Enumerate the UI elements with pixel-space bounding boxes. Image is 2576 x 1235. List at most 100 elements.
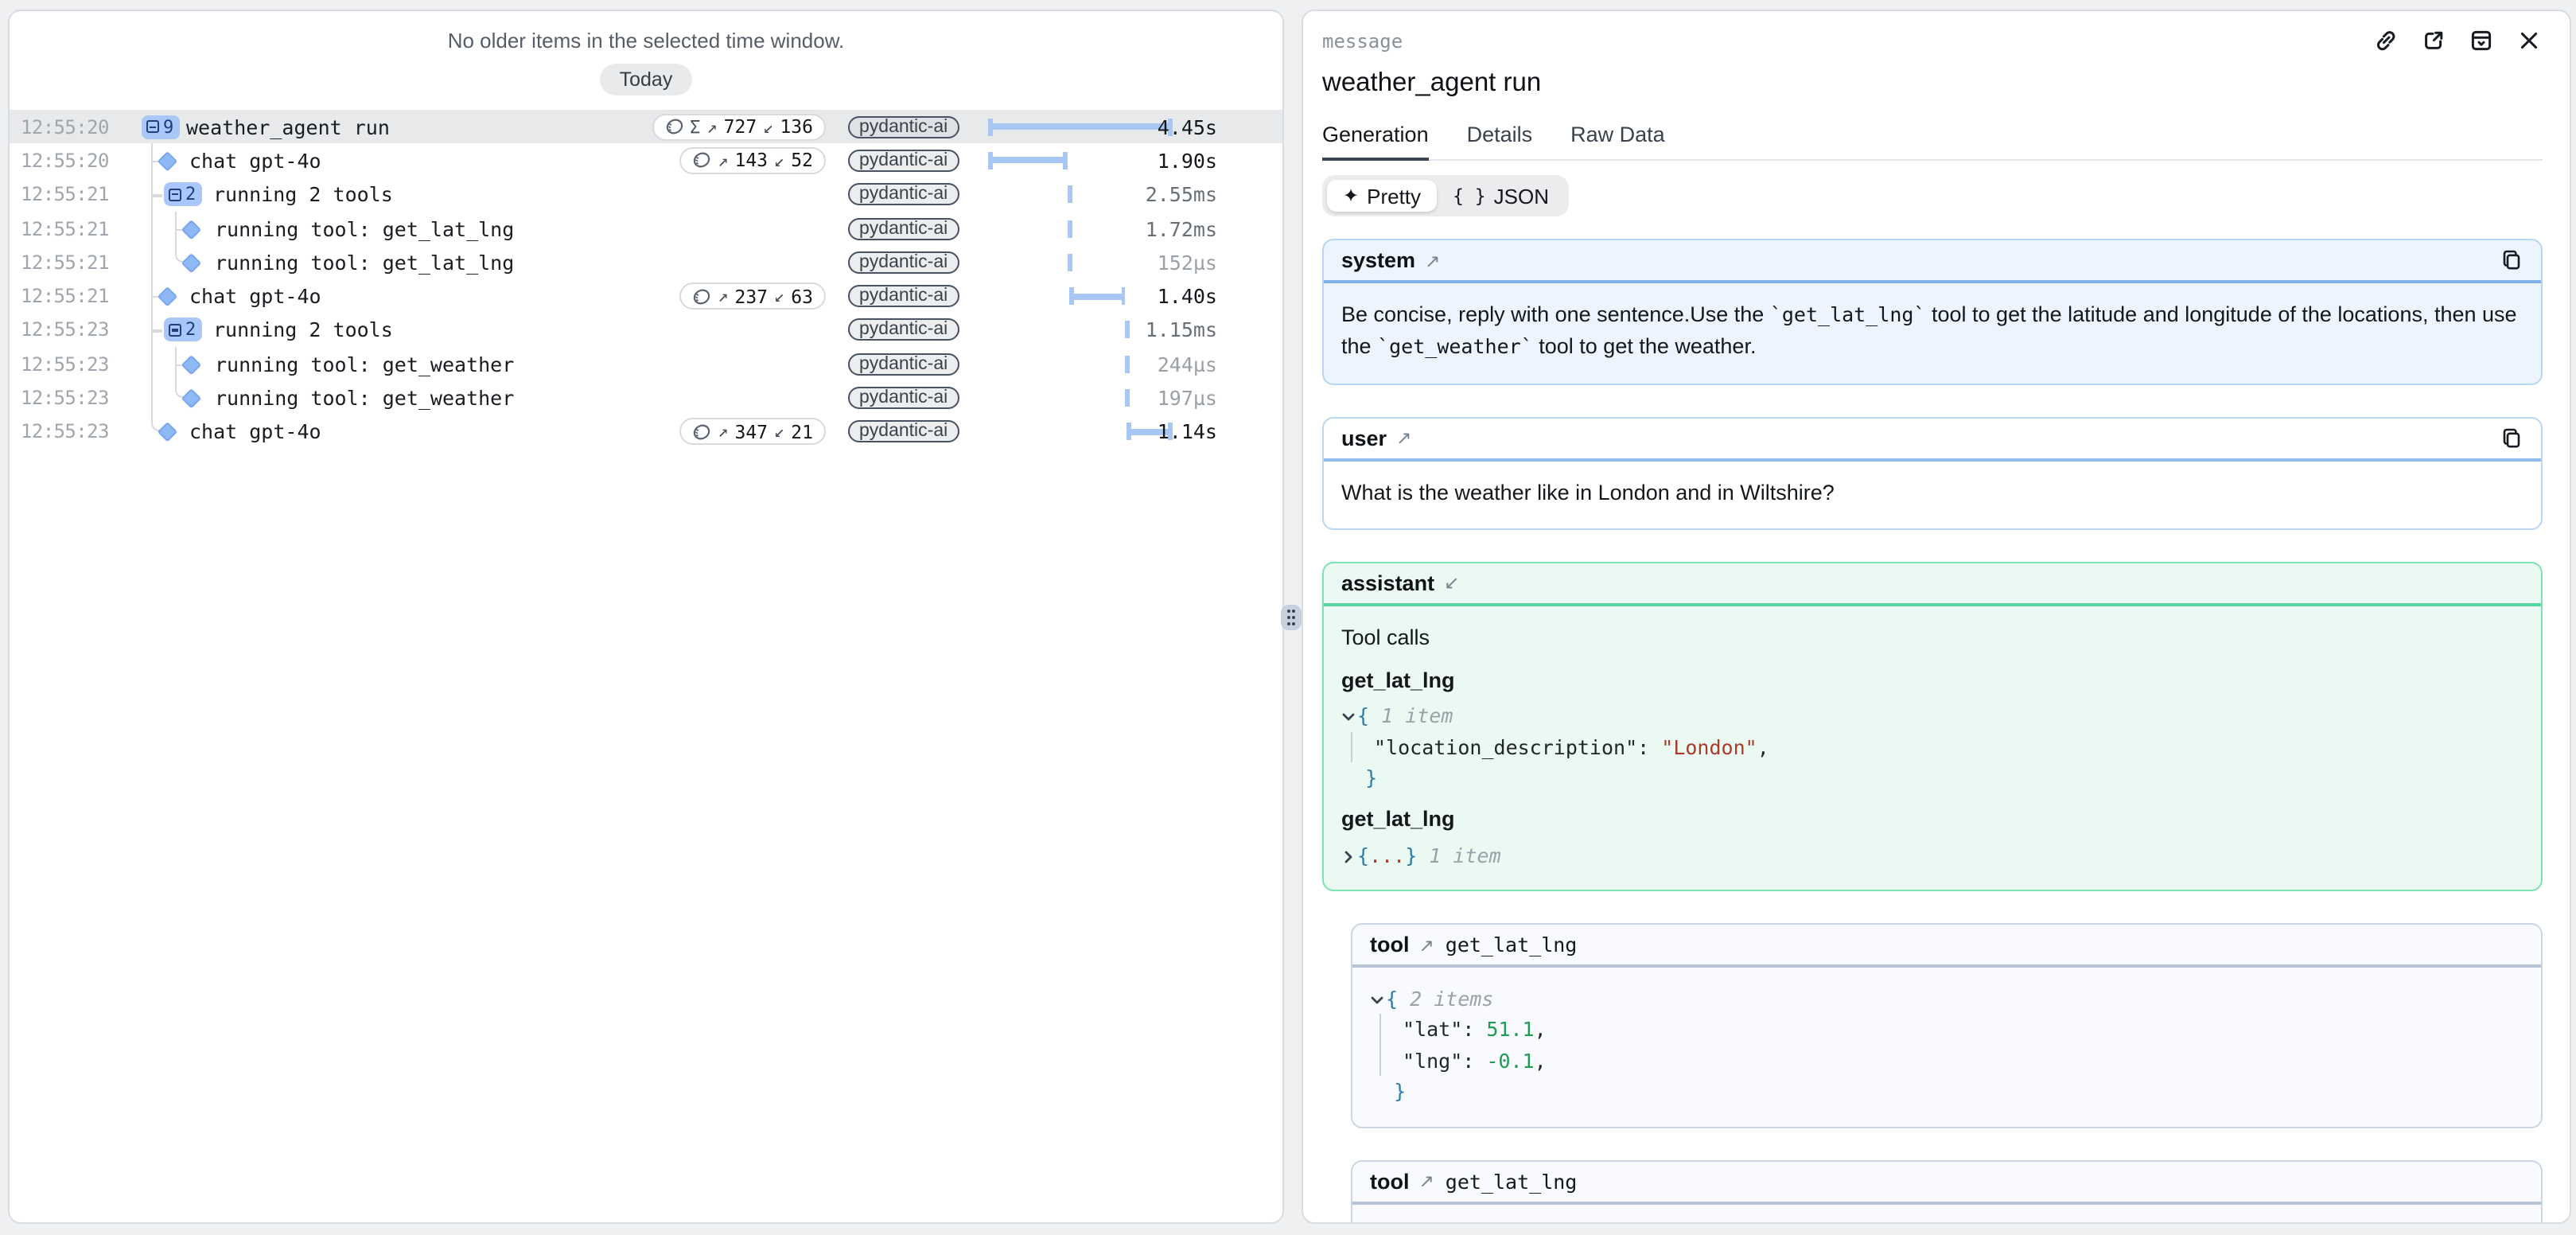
json-brace: {	[1357, 843, 1369, 867]
message-panel-header: system ↗	[1324, 240, 2541, 283]
span-label: running tool: get_weather	[215, 352, 514, 376]
arrow-up-right-icon: ↗	[1425, 249, 1440, 271]
tokens-coin-icon	[692, 151, 711, 170]
scope-badge: pydantic-ai	[848, 319, 959, 341]
trace-span-row[interactable]: 12:55:23running tool: get_weatherpydanti…	[10, 347, 1282, 381]
panel-resize-handle[interactable]	[1281, 605, 1302, 630]
tree-guide-line	[151, 381, 154, 415]
view-mode-toggle: ✦ Pretty { } JSON	[1322, 175, 1570, 216]
tab-generation[interactable]: Generation	[1322, 123, 1429, 161]
copy-icon[interactable]	[2500, 248, 2523, 272]
json-line: "location_description": "London",	[1350, 731, 2523, 762]
span-timeline	[988, 245, 1173, 279]
tool-name: get_lat_lng	[1446, 1169, 1578, 1193]
arrow-down-left-icon: ↙	[1444, 572, 1459, 594]
span-diamond-icon	[181, 354, 200, 373]
close-icon[interactable]	[2516, 27, 2543, 54]
token-usage-badge: Σ↗727↙136	[652, 113, 826, 140]
tree-elbow-connector	[175, 243, 185, 262]
copy-link-icon[interactable]	[2372, 27, 2399, 54]
message-panel-body: What is the weather like in London and i…	[1324, 461, 2541, 528]
span-start-time: 12:55:21	[21, 183, 109, 205]
trace-span-row[interactable]: 12:55:23chat gpt-4o↗347↙21pydantic-ai1.1…	[10, 415, 1282, 449]
json-line: }	[1341, 762, 2523, 793]
span-duration: 1.15ms	[1146, 318, 1217, 342]
json-dots: ...	[1369, 843, 1405, 867]
span-duration: 244µs	[1158, 352, 1217, 376]
trace-span-row[interactable]: 12:55:209weather_agent runΣ↗727↙136pydan…	[10, 110, 1282, 144]
tree-connector	[151, 194, 162, 197]
scope-badge: pydantic-ai	[848, 217, 959, 240]
trace-span-row[interactable]: 12:55:23running tool: get_weatherpydanti…	[10, 381, 1282, 415]
tree-guide-line	[151, 245, 154, 279]
chevron-right-icon[interactable]	[1341, 840, 1357, 871]
message-text: Be concise, reply with one sentence.Use …	[1341, 299, 2523, 364]
json-plain: :	[1462, 1049, 1486, 1073]
collapse-toggle[interactable]: 2	[164, 182, 202, 206]
open-external-icon[interactable]	[2420, 27, 2447, 54]
span-start-time: 12:55:21	[21, 285, 109, 307]
trace-span-row[interactable]: 12:55:21chat gpt-4o↗237↙63pydantic-ai1.4…	[10, 279, 1282, 314]
json-key: "location_description"	[1374, 734, 1637, 758]
tree-guide-line	[151, 212, 154, 246]
detail-tabs: Generation Details Raw Data	[1322, 123, 2543, 161]
arrow-up-right-icon: ↗	[1419, 933, 1434, 956]
json-brace: }	[1365, 766, 1377, 789]
dock-panel-icon[interactable]	[2468, 27, 2495, 54]
tokens-coin-icon	[692, 286, 711, 306]
braces-icon: { }	[1453, 185, 1486, 207]
user-message-panel: user↗What is the weather like in London …	[1322, 416, 2543, 530]
chevron-down-icon[interactable]	[1341, 701, 1357, 732]
tree-guide-line	[151, 347, 154, 381]
json-plain: :	[1462, 1018, 1486, 1042]
json-num: 51.1	[1486, 1018, 1534, 1042]
json-viewer: { 1 item"location_description": "London"…	[1341, 701, 2523, 793]
collapse-toggle[interactable]: 9	[142, 115, 180, 138]
copy-icon[interactable]	[2500, 426, 2523, 450]
inline-code: `get_lat_lng`	[1770, 302, 1926, 326]
json-line: {...} 1 item	[1341, 840, 2523, 871]
json-line: }	[1370, 1076, 2523, 1107]
json-brace: {	[1386, 987, 1398, 1011]
json-line: { 1 item	[1341, 701, 2523, 732]
trace-span-row[interactable]: 12:55:21running tool: get_lat_lngpydanti…	[10, 245, 1282, 279]
role-label: system	[1341, 248, 1415, 272]
span-timeline	[988, 347, 1173, 381]
json-plain: ,	[1757, 734, 1769, 758]
span-start-time: 12:55:23	[21, 387, 109, 409]
message-panel-body: { 2 items	[1352, 1204, 2541, 1222]
child-count: 2	[185, 320, 196, 341]
today-button[interactable]: Today	[601, 64, 692, 95]
chevron-down-icon[interactable]	[1370, 984, 1386, 1015]
child-count: 9	[163, 116, 173, 137]
json-viewer: { 2 items"lat": 51.1,"lng": -0.1, }	[1370, 984, 2523, 1107]
json-view-button[interactable]: { } JSON	[1437, 180, 1565, 212]
span-label: chat gpt-4o	[189, 284, 321, 308]
output-tokens-arrow-icon: ↙	[763, 116, 773, 137]
scope-badge: pydantic-ai	[848, 150, 959, 172]
sparkle-icon: ✦	[1343, 185, 1359, 207]
arrow-up-right-icon: ↗	[1419, 1170, 1434, 1192]
pretty-view-button[interactable]: ✦ Pretty	[1327, 180, 1437, 212]
json-plain	[1341, 766, 1365, 789]
chevron-down-icon[interactable]	[1370, 1220, 1386, 1222]
collapse-toggle[interactable]: 2	[164, 318, 202, 342]
arrow-up-right-icon: ↗	[1396, 427, 1411, 449]
tool-result-panel: tool↗get_lat_lng{ 2 items	[1351, 1159, 2543, 1222]
tab-details[interactable]: Details	[1467, 123, 1533, 159]
json-plain: ,	[1535, 1018, 1547, 1042]
input-tokens: 237	[734, 285, 768, 307]
span-start-time: 12:55:21	[21, 251, 109, 274]
drag-dots-icon	[1286, 610, 1295, 625]
collapse-minus-icon	[169, 188, 181, 201]
tab-raw-data[interactable]: Raw Data	[1570, 123, 1665, 159]
trace-span-row[interactable]: 12:55:20chat gpt-4o↗143↙52pydantic-ai1.9…	[10, 144, 1282, 178]
span-duration: 2.55ms	[1146, 182, 1217, 206]
trace-span-row[interactable]: 12:55:212running 2 toolspydantic-ai2.55m…	[10, 177, 1282, 212]
role-label: assistant	[1341, 571, 1434, 595]
span-duration: 4.45s	[1158, 115, 1217, 138]
json-viewer: { 2 items	[1370, 1220, 2523, 1222]
trace-span-row[interactable]: 12:55:232running 2 toolspydantic-ai1.15m…	[10, 314, 1282, 348]
duration-tick	[1068, 220, 1072, 237]
trace-span-row[interactable]: 12:55:21running tool: get_lat_lngpydanti…	[10, 212, 1282, 246]
